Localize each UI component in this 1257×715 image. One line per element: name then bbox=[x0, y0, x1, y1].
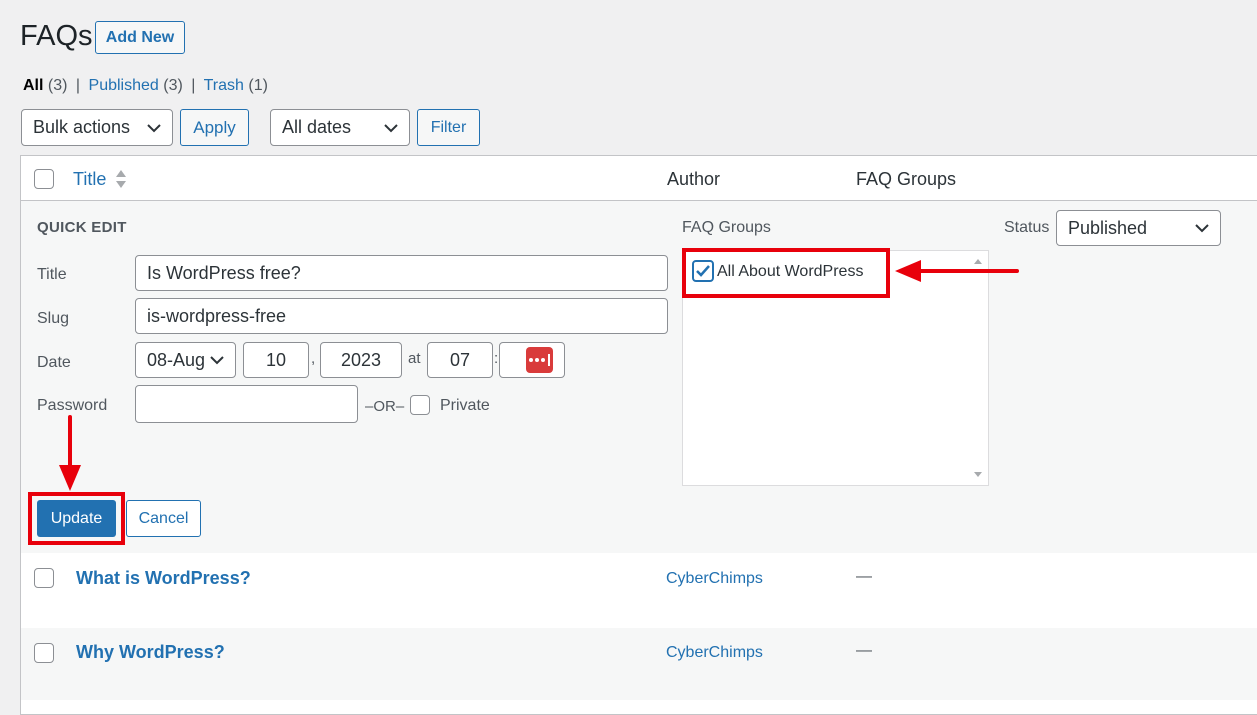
column-faq-groups: FAQ Groups bbox=[856, 169, 957, 189]
hour-value: 07 bbox=[449, 349, 471, 370]
status-label: Status bbox=[1004, 219, 1050, 236]
faq-groups-label: FAQ Groups bbox=[682, 219, 771, 236]
view-all[interactable]: All bbox=[23, 77, 43, 94]
table-row bbox=[21, 628, 1257, 700]
status-filter-links: All (3) | Published (3) | Trash (1) bbox=[23, 77, 268, 94]
scroll-down-icon[interactable] bbox=[968, 467, 988, 483]
status-value: Published bbox=[1068, 217, 1148, 238]
month-value: 08-Aug bbox=[147, 349, 206, 370]
chevron-down-icon bbox=[147, 123, 161, 132]
annotation-arrow-left bbox=[895, 260, 1019, 282]
password-input[interactable] bbox=[135, 385, 358, 423]
chevron-down-icon bbox=[384, 123, 398, 132]
view-all-count: (3) bbox=[47, 77, 68, 94]
annotation-box-update bbox=[28, 492, 125, 545]
cancel-button[interactable]: Cancel bbox=[126, 500, 201, 537]
year-value: 2023 bbox=[340, 349, 382, 370]
date-label: Date bbox=[37, 354, 71, 371]
private-label: Private bbox=[440, 397, 490, 414]
day-input[interactable]: 10 bbox=[243, 342, 309, 378]
page-title: FAQs bbox=[20, 20, 93, 52]
chevron-down-icon bbox=[210, 356, 224, 365]
filter-button[interactable]: Filter bbox=[417, 109, 480, 146]
row-author-link[interactable]: CyberChimps bbox=[666, 570, 763, 588]
annotation-box-group bbox=[682, 248, 890, 298]
row-title-link[interactable]: Why WordPress? bbox=[76, 642, 225, 663]
apply-button[interactable]: Apply bbox=[180, 109, 249, 146]
day-value: 10 bbox=[265, 349, 287, 370]
annotation-arrow-down bbox=[59, 415, 81, 491]
view-published[interactable]: Published bbox=[89, 77, 159, 94]
title-input[interactable]: Is WordPress free? bbox=[135, 255, 668, 291]
dates-select[interactable]: All dates bbox=[270, 109, 410, 146]
chevron-down-icon bbox=[1195, 224, 1209, 233]
column-author: Author bbox=[667, 169, 721, 189]
select-all-checkbox[interactable] bbox=[34, 169, 54, 189]
slug-input[interactable]: is-wordpress-free bbox=[135, 298, 668, 334]
row-title-link[interactable]: What is WordPress? bbox=[76, 568, 251, 589]
add-new-button[interactable]: Add New bbox=[95, 21, 185, 54]
time-colon: : bbox=[494, 350, 499, 367]
or-separator: –OR– bbox=[365, 398, 405, 415]
status-select[interactable]: Published bbox=[1056, 210, 1221, 246]
column-title-label: Title bbox=[73, 168, 107, 189]
bulk-actions-value: Bulk actions bbox=[33, 117, 131, 137]
row-groups: — bbox=[856, 642, 872, 659]
at-label: at bbox=[408, 350, 421, 367]
table-row bbox=[21, 553, 1257, 628]
bulk-actions-select[interactable]: Bulk actions bbox=[21, 109, 173, 146]
view-published-count: (3) bbox=[163, 77, 183, 94]
slug-label: Slug bbox=[37, 310, 70, 327]
row-groups: — bbox=[856, 568, 872, 585]
row-checkbox[interactable] bbox=[34, 643, 54, 663]
view-trash-count: (1) bbox=[248, 77, 268, 94]
row-author-link[interactable]: CyberChimps bbox=[666, 644, 763, 662]
row-checkbox[interactable] bbox=[34, 568, 54, 588]
month-select[interactable]: 08-Aug bbox=[135, 342, 236, 378]
sort-icon bbox=[116, 170, 127, 188]
view-trash[interactable]: Trash bbox=[204, 77, 244, 94]
quick-edit-heading: QUICK EDIT bbox=[37, 219, 127, 236]
dates-value: All dates bbox=[282, 117, 352, 137]
password-manager-icon[interactable] bbox=[526, 347, 553, 373]
title-label: Title bbox=[37, 266, 67, 283]
hour-input[interactable]: 07 bbox=[427, 342, 493, 378]
column-title-sort[interactable]: Title bbox=[73, 168, 128, 190]
scrollbar[interactable] bbox=[968, 251, 988, 485]
year-input[interactable]: 2023 bbox=[320, 342, 402, 378]
date-comma: , bbox=[311, 350, 316, 367]
private-checkbox[interactable] bbox=[410, 395, 430, 415]
